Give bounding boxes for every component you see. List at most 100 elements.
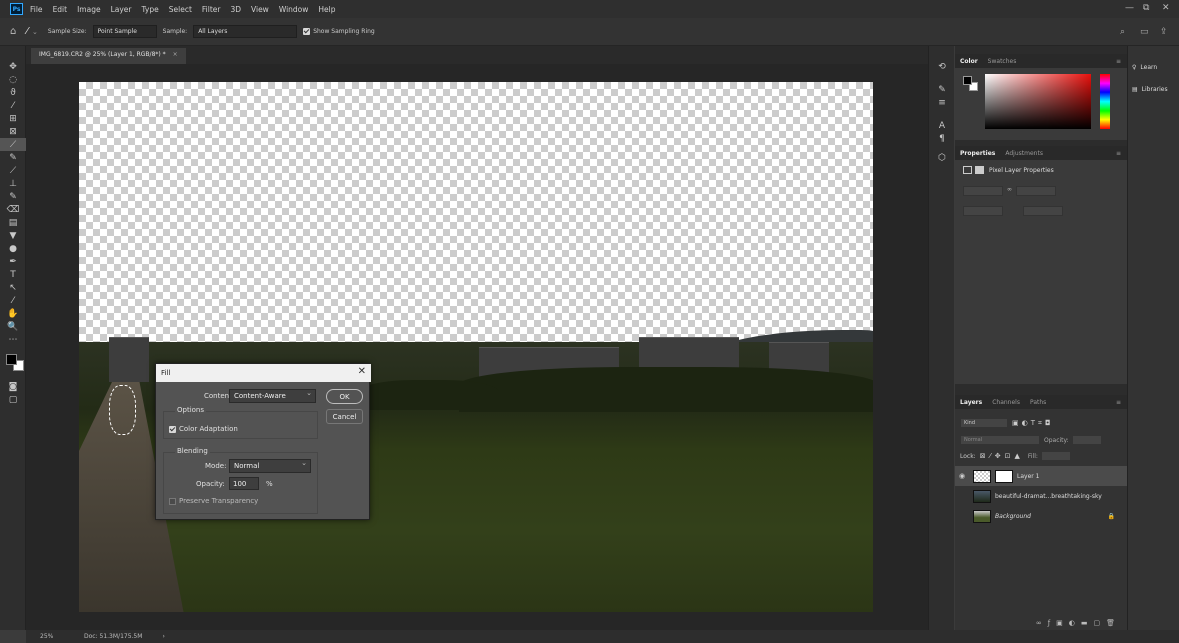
quick-mask-icon[interactable]: ◙ (0, 380, 26, 393)
libraries-button[interactable]: ▤ Libraries (1128, 78, 1179, 100)
eye-icon[interactable]: ◉ (959, 472, 969, 480)
document-canvas[interactable] (79, 82, 873, 612)
tab-color[interactable]: Color (955, 58, 983, 65)
edit-toolbar-icon[interactable]: ⋯ (0, 333, 26, 346)
panel-menu-icon[interactable]: ≡ (1116, 150, 1121, 157)
foreground-color-chip[interactable] (963, 76, 972, 85)
opacity-input[interactable] (229, 477, 259, 490)
blur-tool-icon[interactable]: ▼ (0, 229, 26, 242)
document-tab[interactable]: IMG_6819.CR2 @ 25% (Layer 1, RGB/8*) * × (31, 48, 186, 64)
preserve-transparency-checkbox[interactable] (169, 498, 176, 505)
frame-tool-icon[interactable]: ⊠ (0, 125, 26, 138)
type-tool-icon[interactable]: T (0, 268, 26, 281)
healing-brush-tool-icon[interactable]: ✎ (0, 151, 26, 164)
menu-edit[interactable]: Edit (52, 3, 69, 16)
line-tool-icon[interactable]: ⁄ (0, 294, 26, 307)
adjust-icon[interactable]: ≡ (929, 96, 955, 109)
eye-icon[interactable] (959, 492, 969, 500)
sample-select[interactable]: All Layers (193, 25, 298, 38)
sample-size-select[interactable]: Point Sample (92, 25, 157, 38)
zoom-level[interactable]: 25% (40, 633, 70, 640)
dodge-tool-icon[interactable]: ● (0, 242, 26, 255)
menu-help[interactable]: Help (317, 3, 336, 16)
x-field[interactable] (963, 206, 1003, 216)
status-menu-arrow[interactable]: › (162, 633, 164, 640)
tab-channels[interactable]: Channels (987, 399, 1025, 406)
history-brush-tool-icon[interactable]: ✎ (0, 190, 26, 203)
menu-layer[interactable]: Layer (110, 3, 133, 16)
link-icon[interactable]: ∞ (1007, 186, 1012, 196)
gradient-tool-icon[interactable]: ▤ (0, 216, 26, 229)
marquee-tool-icon[interactable]: ◌ (0, 73, 26, 86)
hue-slider[interactable] (1100, 74, 1110, 129)
menu-type[interactable]: Type (141, 3, 160, 16)
eye-icon[interactable] (959, 512, 969, 520)
layer-opacity-field[interactable] (1071, 435, 1102, 445)
learn-button[interactable]: ♀ Learn (1128, 56, 1179, 78)
color-swatches[interactable] (0, 346, 25, 380)
brush-settings-icon[interactable]: ✎ (929, 83, 955, 96)
menu-3d[interactable]: 3D (229, 3, 242, 16)
layer-row[interactable]: ◉ Layer 1 (955, 466, 1127, 486)
close-window-button[interactable]: ✕ (1162, 3, 1170, 13)
foreground-color-swatch[interactable] (6, 354, 17, 365)
lock-icons[interactable]: ⊠⁄✥⊡▲ (980, 452, 1024, 460)
layer-filter-icons[interactable]: ▣◐T⌗◘ (1012, 419, 1053, 428)
layer-name[interactable]: Layer 1 (1017, 473, 1039, 480)
eraser-tool-icon[interactable]: ⌫ (0, 203, 26, 216)
screen-mode-icon[interactable]: ▢ (0, 393, 26, 406)
menu-filter[interactable]: Filter (201, 3, 222, 16)
layer-actions-bar[interactable]: ∞ƒ▣◐▬▢🗑 (955, 615, 1127, 630)
tab-properties[interactable]: Properties (955, 150, 1000, 157)
mode-select[interactable]: Normal (229, 459, 311, 473)
eyedropper-icon[interactable]: ⁄ (26, 26, 28, 37)
panel-menu-icon[interactable]: ≡ (1116, 399, 1121, 406)
lasso-tool-icon[interactable]: ϑ (0, 86, 26, 99)
crop-tool-icon[interactable]: ⊞ (0, 112, 26, 125)
paragraph-icon[interactable]: ¶ (929, 132, 955, 145)
clone-stamp-tool-icon[interactable]: ⊥ (0, 177, 26, 190)
chevron-down-icon[interactable]: ⌄ (32, 28, 38, 36)
blend-mode-select[interactable]: Normal (960, 435, 1040, 445)
history-icon[interactable]: ⟲ (929, 60, 955, 73)
hand-tool-icon[interactable]: ✋ (0, 307, 26, 320)
brush-tool-icon[interactable]: ⟋ (0, 164, 26, 177)
share-icon[interactable]: ⇪ (1160, 27, 1168, 37)
home-icon[interactable]: ⌂ (10, 26, 16, 37)
workspace-icon[interactable]: ▭ (1140, 27, 1149, 37)
color-adaptation-checkbox[interactable] (169, 426, 176, 433)
3d-icon[interactable]: ⬡ (929, 151, 955, 164)
tab-layers[interactable]: Layers (955, 399, 987, 406)
fill-field[interactable] (1040, 451, 1071, 461)
tab-paths[interactable]: Paths (1025, 399, 1051, 406)
zoom-tool-icon[interactable]: 🔍 (0, 320, 26, 333)
menu-file[interactable]: File (29, 3, 44, 16)
minimize-button[interactable]: — (1125, 3, 1134, 13)
layer-row[interactable]: Background 🔒 (955, 506, 1127, 526)
move-tool-icon[interactable]: ✥ (0, 60, 26, 73)
restore-button[interactable]: ⧉ (1143, 3, 1149, 13)
close-dialog-icon[interactable]: ✕ (358, 366, 366, 377)
tab-adjustments[interactable]: Adjustments (1000, 150, 1048, 157)
ok-button[interactable]: OK (326, 389, 363, 404)
character-icon[interactable]: A (929, 119, 955, 132)
contents-select[interactable]: Content-Aware (229, 389, 316, 403)
layer-name[interactable]: beautiful-dramat...breathtaking-sky (995, 493, 1102, 500)
menu-window[interactable]: Window (278, 3, 310, 16)
search-icon[interactable]: ⌕ (1120, 27, 1125, 37)
color-field[interactable] (985, 74, 1091, 129)
y-field[interactable] (1023, 206, 1063, 216)
layer-row[interactable]: beautiful-dramat...breathtaking-sky (955, 486, 1127, 506)
menu-image[interactable]: Image (76, 3, 102, 16)
selection-marquee[interactable] (109, 385, 136, 435)
filter-kind-select[interactable]: Kind (960, 418, 1008, 428)
menu-view[interactable]: View (250, 3, 270, 16)
layer-name[interactable]: Background (995, 513, 1031, 520)
tab-swatches[interactable]: Swatches (983, 58, 1022, 65)
pen-tool-icon[interactable]: ✒ (0, 255, 26, 268)
height-field[interactable] (1016, 186, 1056, 196)
panel-menu-icon[interactable]: ≡ (1116, 58, 1121, 65)
eyedropper-tool-icon[interactable]: ⟋ (0, 138, 26, 151)
path-selection-tool-icon[interactable]: ↖ (0, 281, 26, 294)
close-tab-icon[interactable]: × (173, 51, 178, 58)
